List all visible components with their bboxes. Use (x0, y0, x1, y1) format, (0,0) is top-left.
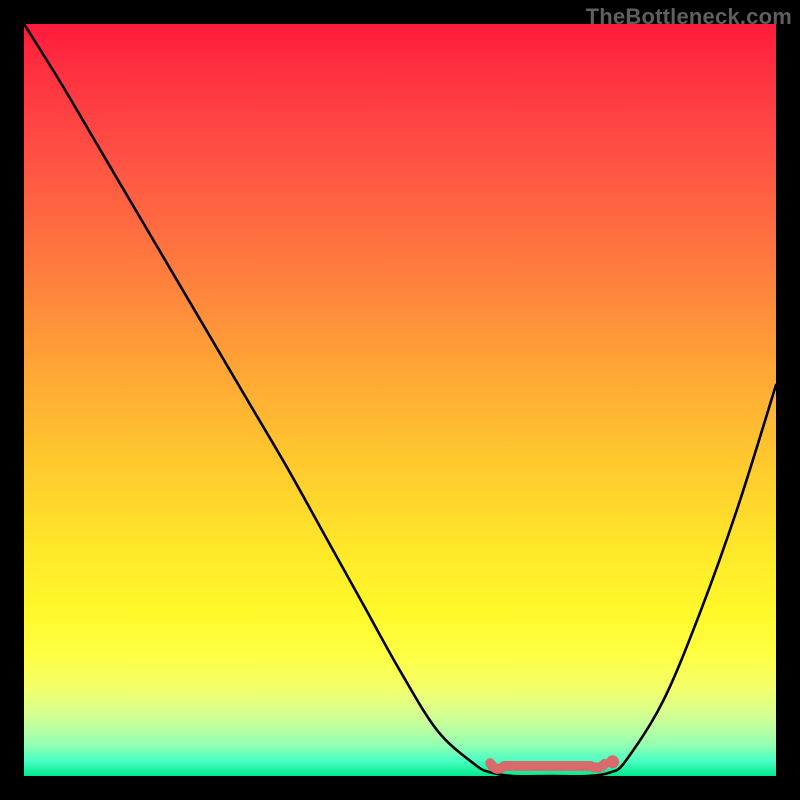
chart-stage: TheBottleneck.com (0, 0, 800, 800)
optimal-zone-end-dot (606, 755, 619, 768)
bottleneck-curve (24, 24, 776, 776)
optimal-zone-marker (490, 763, 604, 769)
chart-svg (24, 24, 776, 776)
watermark-text: TheBottleneck.com (586, 4, 792, 30)
